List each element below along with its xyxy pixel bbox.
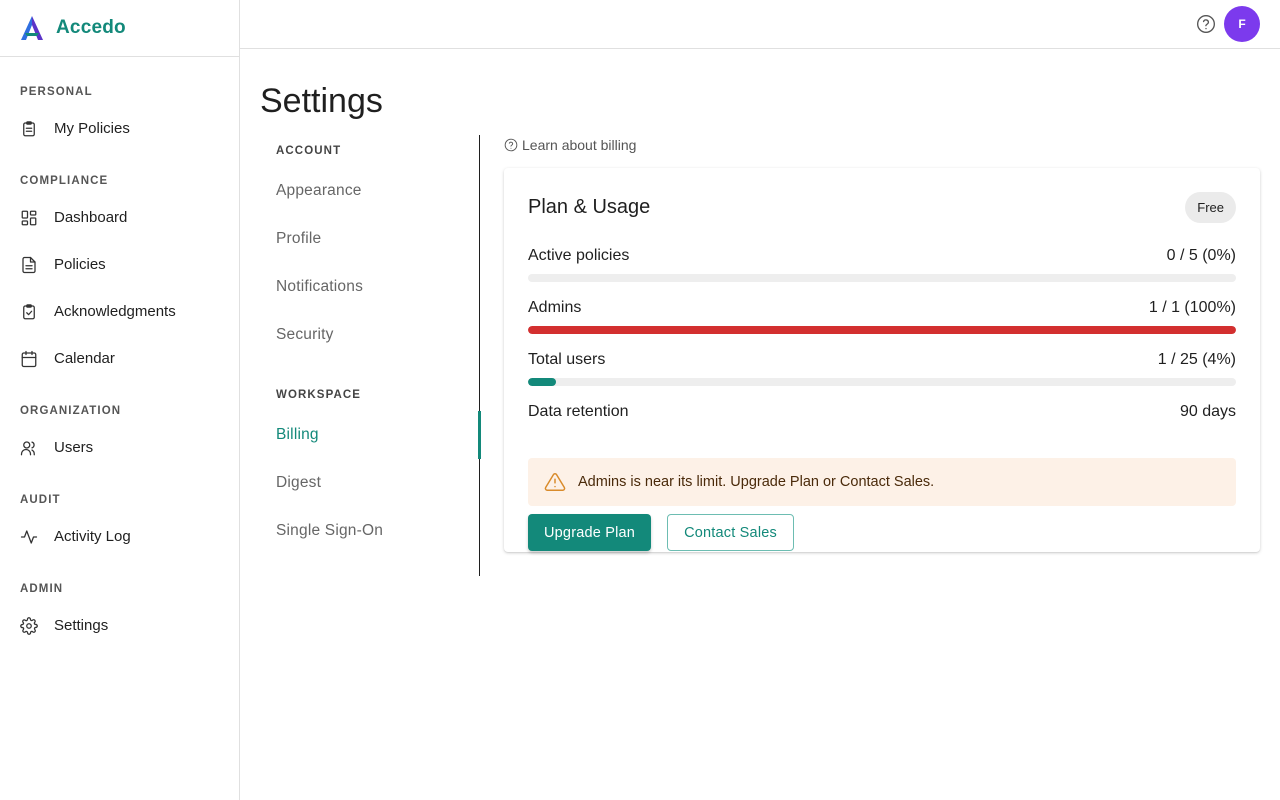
sidebar-item-label: Activity Log: [54, 528, 131, 545]
sidebar-item-label: Acknowledgments: [54, 303, 176, 320]
gear-icon: [20, 616, 38, 635]
metric-label: Admins: [528, 299, 582, 316]
usage-progress-bar: [528, 378, 1236, 386]
usage-metric-active-policies: Active policies 0 / 5 (0%): [528, 246, 1236, 298]
card-title: Plan & Usage: [528, 195, 651, 218]
upgrade-plan-button[interactable]: Upgrade Plan: [528, 514, 652, 551]
usage-metric-data-retention: Data retention 90 days: [528, 402, 1236, 458]
usage-progress-bar: [528, 274, 1236, 282]
metric-value: 0 / 5 (0%): [1166, 247, 1236, 264]
usage-metric-admins: Admins 1 / 1 (100%): [528, 298, 1236, 350]
calendar-icon: [20, 350, 38, 368]
help-icon: [504, 138, 518, 152]
dashboard-icon: [20, 209, 38, 227]
topbar: F: [240, 0, 1280, 49]
metric-label: Total users: [528, 351, 606, 368]
learn-about-billing-label: Learn about billing: [522, 137, 637, 153]
sidebar-item-acknowledgments[interactable]: Acknowledgments: [0, 288, 239, 335]
sidebar-item-settings[interactable]: Settings: [0, 602, 239, 649]
sidebar: Accedo PERSONAL My Policies COMPLIANCE D…: [0, 0, 240, 800]
plan-badge: Free: [1185, 191, 1236, 223]
sidebar-item-activity-log[interactable]: Activity Log: [0, 513, 239, 560]
plan-usage-card: Plan & Usage Free Active policies 0 / 5 …: [504, 168, 1260, 552]
sidebar-item-label: Users: [54, 439, 94, 456]
settings-tab-single-sign-on[interactable]: Single Sign-On: [260, 507, 479, 555]
settings-tab-appearance[interactable]: Appearance: [260, 167, 479, 215]
sidebar-item-label: My Policies: [54, 120, 130, 137]
settings-section-workspace: WORKSPACE: [276, 389, 362, 401]
sidebar-section-personal: PERSONAL: [20, 86, 93, 98]
accedo-logo-icon: [21, 16, 43, 40]
sidebar-item-label: Policies: [54, 256, 106, 273]
usage-progress-fill: [528, 326, 1236, 334]
sidebar-section-audit: AUDIT: [20, 494, 61, 506]
alert-message: Admins is near its limit. Upgrade Plan o…: [578, 474, 935, 490]
settings-tab-notifications[interactable]: Notifications: [260, 263, 479, 311]
metric-value: 1 / 25 (4%): [1157, 351, 1236, 368]
users-icon: [20, 439, 38, 457]
settings-tab-billing[interactable]: Billing: [260, 411, 481, 459]
page-title: Settings: [260, 82, 383, 120]
metric-label: Active policies: [528, 247, 630, 264]
sidebar-section-organization: ORGANIZATION: [20, 405, 122, 417]
sidebar-section-compliance: COMPLIANCE: [20, 175, 109, 187]
sidebar-item-policies[interactable]: Policies: [0, 241, 239, 288]
metric-value: 1 / 1 (100%): [1148, 299, 1236, 316]
usage-metric-total-users: Total users 1 / 25 (4%): [528, 350, 1236, 402]
warning-icon: [544, 472, 566, 491]
metric-value: 90 days: [1179, 403, 1236, 420]
learn-about-billing-link[interactable]: Learn about billing: [504, 137, 636, 153]
settings-section-account: ACCOUNT: [276, 145, 342, 157]
avatar[interactable]: F: [1224, 6, 1260, 42]
sidebar-item-calendar[interactable]: Calendar: [0, 335, 239, 382]
document-icon: [20, 256, 38, 274]
brand[interactable]: Accedo: [0, 0, 239, 57]
sidebar-nav: PERSONAL My Policies COMPLIANCE Dashboar…: [0, 57, 239, 649]
sidebar-item-label: Dashboard: [54, 209, 128, 226]
usage-progress-fill: [528, 378, 557, 386]
clipboard-check-icon: [20, 303, 38, 321]
card-actions: Upgrade Plan Contact Sales: [528, 514, 1236, 551]
brand-name: Accedo: [56, 17, 126, 38]
settings-tab-digest[interactable]: Digest: [260, 459, 479, 507]
sidebar-item-my-policies[interactable]: My Policies: [0, 105, 239, 152]
usage-progress-bar: [528, 326, 1236, 334]
metric-label: Data retention: [528, 403, 629, 420]
sidebar-item-label: Settings: [54, 617, 109, 634]
contact-sales-button[interactable]: Contact Sales: [667, 514, 794, 551]
clipboard-icon: [20, 120, 38, 138]
limit-warning-alert: Admins is near its limit. Upgrade Plan o…: [528, 458, 1236, 506]
sidebar-item-users[interactable]: Users: [0, 424, 239, 471]
activity-icon: [20, 528, 38, 546]
card-header: Plan & Usage Free: [528, 168, 1236, 246]
settings-tab-profile[interactable]: Profile: [260, 215, 479, 263]
sidebar-item-dashboard[interactable]: Dashboard: [0, 194, 239, 241]
help-icon[interactable]: [1196, 14, 1216, 34]
settings-nav: ACCOUNT Appearance Profile Notifications…: [260, 135, 481, 576]
settings-tab-security[interactable]: Security: [260, 311, 479, 359]
sidebar-section-admin: ADMIN: [20, 583, 64, 595]
sidebar-item-label: Calendar: [54, 350, 115, 367]
